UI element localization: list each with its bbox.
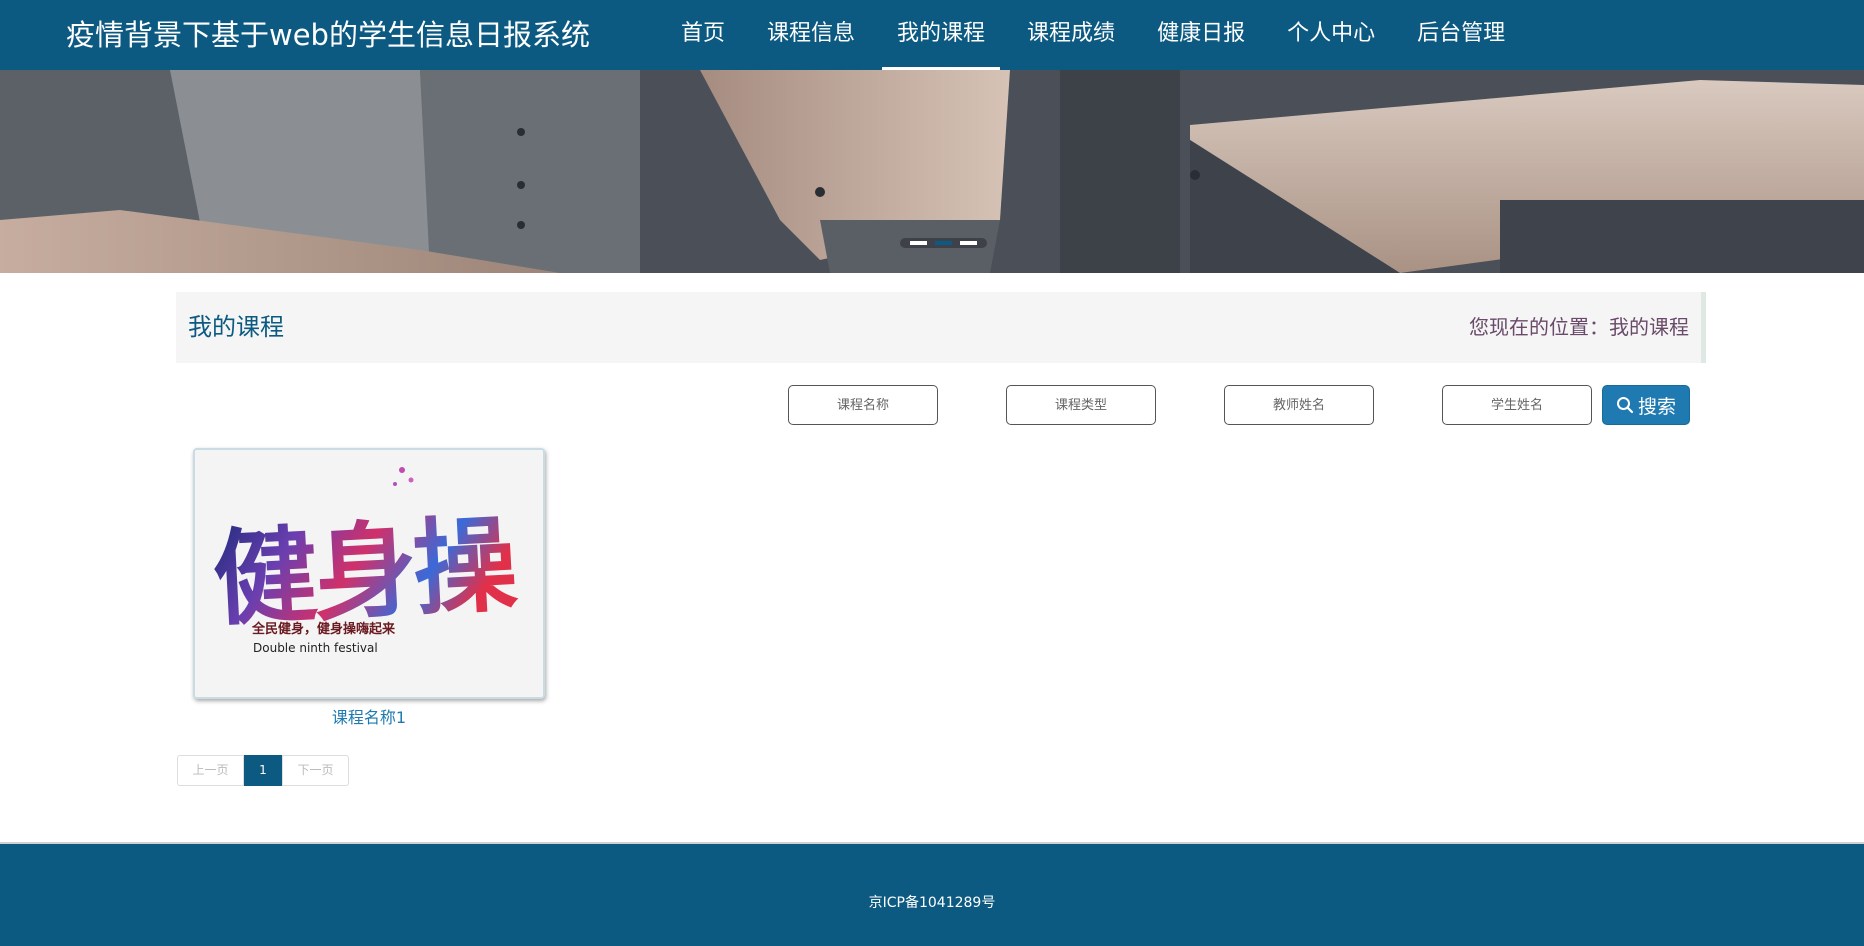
course-image-title: 健身操 — [210, 502, 520, 641]
nav-item-personal-center[interactable]: 个人中心 — [1272, 0, 1390, 70]
breadcrumb-current[interactable]: 我的课程 — [1609, 315, 1689, 339]
top-header: 疫情背景下基于web的学生信息日报系统 首页 课程信息 我的课程 课程成绩 健康… — [0, 0, 1864, 70]
course-name-link[interactable]: 课程名称1 — [193, 704, 545, 728]
next-page-button[interactable]: 下一页 — [282, 755, 349, 786]
search-button-label: 搜索 — [1637, 395, 1676, 418]
search-button[interactable]: 搜索 — [1602, 385, 1690, 425]
nav-item-health-report[interactable]: 健康日报 — [1142, 0, 1260, 70]
pagination: 上一页 1 下一页 — [177, 755, 349, 786]
course-card[interactable]: 健身操 全民健身，健身操嗨起来 Double ninth festival — [193, 448, 545, 699]
section-header: 我的课程 您现在的位置：我的课程 — [176, 292, 1706, 363]
course-image-caption: Double ninth festival — [253, 641, 378, 655]
course-image-subtitle: 全民健身，健身操嗨起来 — [251, 621, 396, 637]
prev-page-button[interactable]: 上一页 — [177, 755, 244, 786]
site-title: 疫情背景下基于web的学生信息日报系统 — [66, 18, 590, 52]
carousel-dot-1[interactable] — [910, 241, 927, 245]
footer-icp: 京ICP备1041289号 — [868, 895, 996, 911]
footer: 京ICP备1041289号 — [0, 842, 1864, 946]
main-nav: 首页 课程信息 我的课程 课程成绩 健康日报 个人中心 后台管理 — [666, 0, 1532, 70]
breadcrumb: 您现在的位置：我的课程 — [1469, 292, 1689, 363]
nav-item-course-grades[interactable]: 课程成绩 — [1012, 0, 1130, 70]
carousel-dot-2[interactable] — [935, 241, 952, 245]
page-title: 我的课程 — [188, 313, 284, 341]
nav-item-home[interactable]: 首页 — [666, 0, 740, 70]
course-name-input[interactable] — [788, 385, 938, 425]
teacher-name-input[interactable] — [1224, 385, 1374, 425]
student-name-input[interactable] — [1442, 385, 1592, 425]
banner-carousel[interactable] — [0, 70, 1864, 273]
nav-item-course-info[interactable]: 课程信息 — [752, 0, 870, 70]
course-thumbnail: 健身操 全民健身，健身操嗨起来 Double ninth festival — [195, 450, 543, 697]
carousel-indicators — [900, 238, 987, 248]
breadcrumb-prefix: 您现在的位置： — [1469, 315, 1609, 339]
nav-item-admin[interactable]: 后台管理 — [1402, 0, 1520, 70]
course-type-input[interactable] — [1006, 385, 1156, 425]
nav-item-my-courses[interactable]: 我的课程 — [882, 0, 1001, 70]
search-icon — [1616, 397, 1634, 414]
page-1-button[interactable]: 1 — [244, 755, 282, 786]
carousel-dot-3[interactable] — [960, 241, 977, 245]
